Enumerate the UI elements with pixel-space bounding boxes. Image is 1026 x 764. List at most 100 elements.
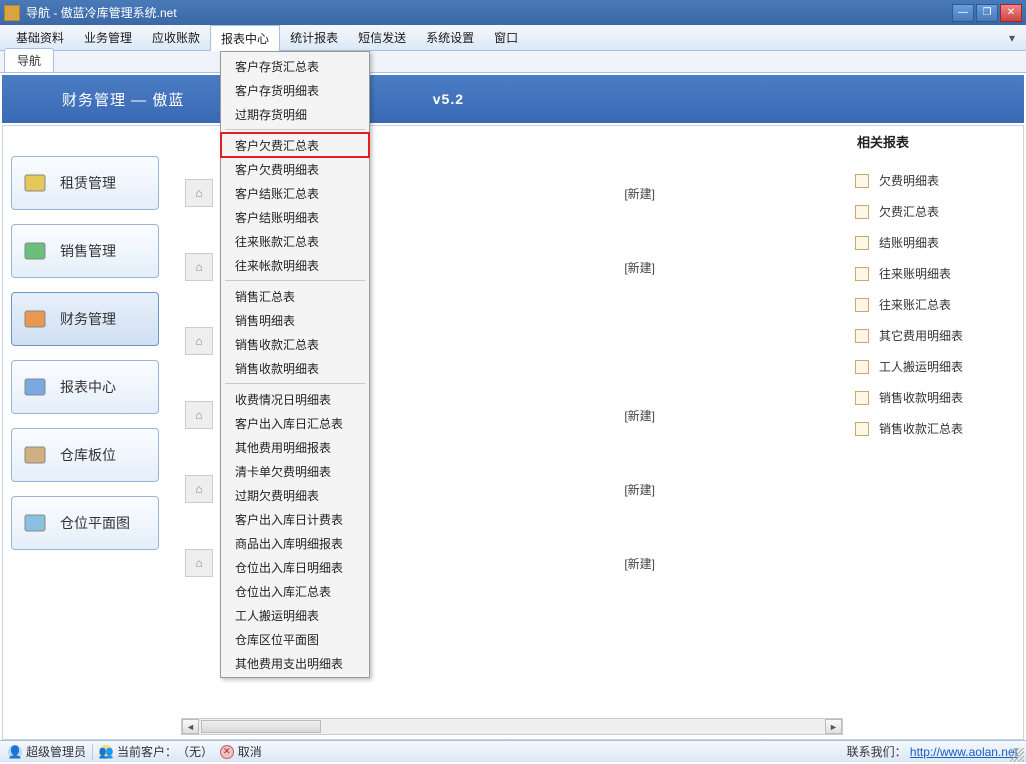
banner: 财务管理 — 傲蓝 v5.2 [2, 75, 1024, 123]
related-report-1[interactable]: 欠费汇总表 [855, 196, 1015, 227]
menu-item-2[interactable]: 应收账款 [142, 25, 210, 50]
related-report-label: 往来账汇总表 [879, 296, 951, 313]
user-icon: 👤 [8, 745, 22, 759]
scroll-right-arrow[interactable]: ► [825, 719, 842, 734]
workspace: 租赁管理销售管理财务管理报表中心仓库板位仓位平面图 ⌂[新建]⌂ 库。 [新建]… [2, 125, 1024, 740]
sidebar-label-4: 仓库板位 [60, 445, 116, 465]
related-report-3[interactable]: 往来账明细表 [855, 258, 1015, 289]
dropdown-item[interactable]: 客户欠费明细表 [221, 157, 369, 181]
sidebar-item-3[interactable]: 报表中心 [11, 360, 159, 414]
contact-link[interactable]: http://www.aolan.net [910, 745, 1018, 759]
dropdown-item[interactable]: 仓位出入库汇总表 [221, 579, 369, 603]
sidebar-label-3: 报表中心 [60, 377, 116, 397]
dropdown-item[interactable]: 商品出入库明细报表 [221, 531, 369, 555]
banner-title: 财务管理 — 傲蓝 [62, 89, 184, 110]
dropdown-item[interactable]: 销售明细表 [221, 308, 369, 332]
dropdown-item[interactable]: 其他费用明细报表 [221, 435, 369, 459]
maximize-button[interactable]: ❐ [976, 4, 998, 22]
related-report-label: 往来账明细表 [879, 265, 951, 282]
dropdown-item[interactable]: 销售收款汇总表 [221, 332, 369, 356]
menu-item-4[interactable]: 统计报表 [280, 25, 348, 50]
new-link[interactable]: [新建] [624, 185, 655, 202]
related-report-label: 销售收款汇总表 [879, 420, 963, 437]
new-link[interactable]: [新建] [624, 481, 655, 498]
dropdown-item[interactable]: 往来帐款明细表 [221, 253, 369, 277]
dropdown-item[interactable]: 其他费用支出明细表 [221, 651, 369, 675]
related-report-0[interactable]: 欠费明细表 [855, 165, 1015, 196]
content-icon: ⌂ [185, 475, 213, 503]
dropdown-separator [225, 280, 365, 281]
close-button[interactable]: ✕ [1000, 4, 1022, 22]
sidebar-icon-1 [22, 238, 48, 264]
dropdown-item[interactable]: 过期欠费明细表 [221, 483, 369, 507]
new-link[interactable]: [新建] [624, 555, 655, 572]
dropdown-item[interactable]: 仓位出入库日明细表 [221, 555, 369, 579]
resize-grip[interactable] [1010, 748, 1024, 762]
content-icon: ⌂ [185, 549, 213, 577]
dropdown-item[interactable]: 仓库区位平面图 [221, 627, 369, 651]
menu-item-3[interactable]: 报表中心 [210, 25, 280, 51]
menubar-overflow-icon[interactable]: ▾ [1004, 31, 1020, 45]
dropdown-item[interactable]: 客户出入库日计费表 [221, 507, 369, 531]
content-icon: ⌂ [185, 179, 213, 207]
dropdown-item[interactable]: 客户欠费汇总表 [221, 133, 369, 157]
cancel-icon[interactable]: ✕ [220, 745, 234, 759]
sidebar-item-4[interactable]: 仓库板位 [11, 428, 159, 482]
app-icon [4, 5, 20, 21]
dropdown-item[interactable]: 销售汇总表 [221, 284, 369, 308]
related-report-4[interactable]: 往来账汇总表 [855, 289, 1015, 320]
minimize-button[interactable]: — [952, 4, 974, 22]
scroll-thumb[interactable] [201, 720, 321, 733]
dropdown-item[interactable]: 客户存货明细表 [221, 78, 369, 102]
report-dropdown-menu: 客户存货汇总表客户存货明细表过期存货明细客户欠费汇总表客户欠费明细表客户结账汇总… [220, 51, 370, 678]
related-report-label: 销售收款明细表 [879, 389, 963, 406]
report-icon [855, 329, 869, 343]
dropdown-item[interactable]: 收费情况日明细表 [221, 387, 369, 411]
dropdown-item[interactable]: 往来账款汇总表 [221, 229, 369, 253]
dropdown-item[interactable]: 过期存货明细 [221, 102, 369, 126]
sidebar-item-2[interactable]: 财务管理 [11, 292, 159, 346]
dropdown-item[interactable]: 工人搬运明细表 [221, 603, 369, 627]
related-report-label: 结账明细表 [879, 234, 939, 251]
dropdown-item[interactable]: 客户出入库日汇总表 [221, 411, 369, 435]
status-cancel[interactable]: 取消 [238, 743, 262, 760]
sidebar-item-1[interactable]: 销售管理 [11, 224, 159, 278]
scroll-left-arrow[interactable]: ◄ [182, 719, 199, 734]
tab-nav[interactable]: 导航 [4, 48, 54, 72]
titlebar: 导航 - 傲蓝冷库管理系统.net — ❐ ✕ [0, 0, 1026, 25]
sidebar-label-2: 财务管理 [60, 309, 116, 329]
status-client-value: （无） [177, 743, 213, 760]
related-report-6[interactable]: 工人搬运明细表 [855, 351, 1015, 382]
new-link[interactable]: [新建] [624, 407, 655, 424]
sidebar-icon-0 [22, 170, 48, 196]
menu-item-6[interactable]: 系统设置 [416, 25, 484, 50]
sidebar-item-0[interactable]: 租赁管理 [11, 156, 159, 210]
new-link[interactable]: [新建] [624, 259, 655, 276]
dropdown-item[interactable]: 销售收款明细表 [221, 356, 369, 380]
report-icon [855, 205, 869, 219]
related-report-8[interactable]: 销售收款汇总表 [855, 413, 1015, 444]
menu-item-7[interactable]: 窗口 [484, 25, 528, 50]
content-icon: ⌂ [185, 253, 213, 281]
related-report-7[interactable]: 销售收款明细表 [855, 382, 1015, 413]
sidebar-label-1: 销售管理 [60, 241, 116, 261]
contact-label: 联系我们： [847, 745, 907, 759]
horizontal-scrollbar[interactable]: ◄ ► [181, 718, 843, 735]
window-title: 导航 - 傲蓝冷库管理系统.net [26, 4, 952, 21]
menu-item-1[interactable]: 业务管理 [74, 25, 142, 50]
dropdown-item[interactable]: 清卡单欠费明细表 [221, 459, 369, 483]
status-client-label: 当前客户： [117, 743, 177, 760]
dropdown-separator [225, 383, 365, 384]
related-report-2[interactable]: 结账明细表 [855, 227, 1015, 258]
sidebar: 租赁管理销售管理财务管理报表中心仓库板位仓位平面图 [11, 156, 161, 564]
dropdown-item[interactable]: 客户结账汇总表 [221, 181, 369, 205]
dropdown-item[interactable]: 客户结账明细表 [221, 205, 369, 229]
menu-item-0[interactable]: 基础资料 [6, 25, 74, 50]
menu-item-5[interactable]: 短信发送 [348, 25, 416, 50]
dropdown-item[interactable]: 客户存货汇总表 [221, 54, 369, 78]
report-icon [855, 422, 869, 436]
sidebar-item-5[interactable]: 仓位平面图 [11, 496, 159, 550]
right-panel: 相关报表 欠费明细表欠费汇总表结账明细表往来账明细表往来账汇总表其它费用明细表工… [855, 132, 1015, 444]
related-report-5[interactable]: 其它费用明细表 [855, 320, 1015, 351]
sidebar-label-5: 仓位平面图 [60, 513, 130, 533]
